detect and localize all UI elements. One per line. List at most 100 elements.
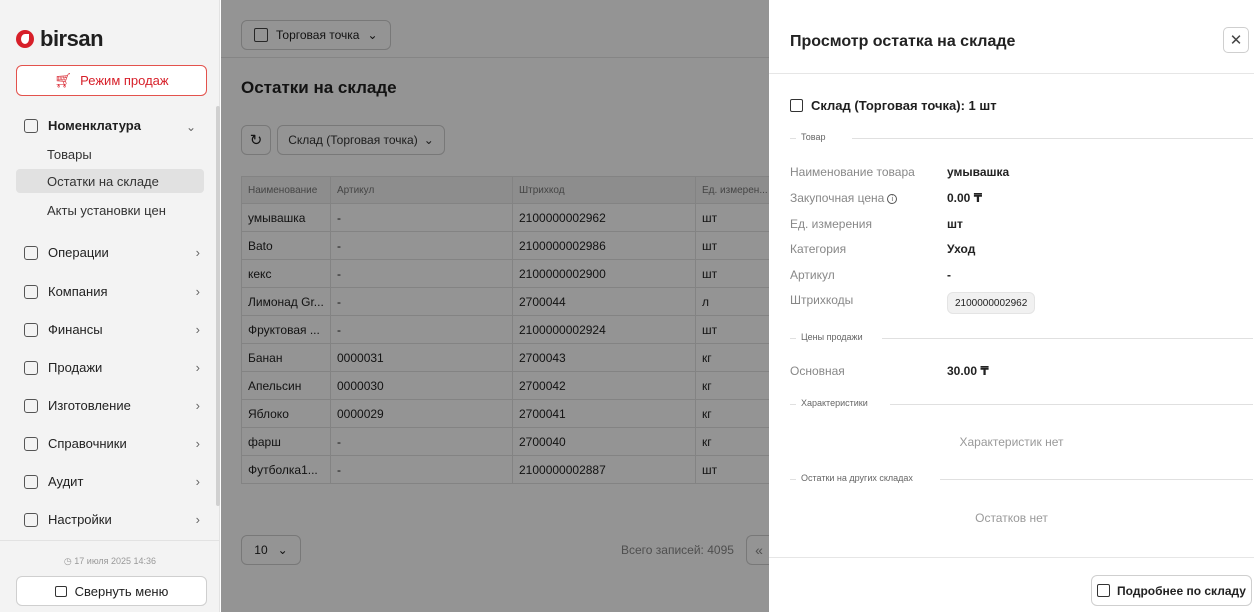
barcode-chip: 2100000002962 bbox=[947, 292, 1036, 314]
sidebar-item-references[interactable]: Справочники › bbox=[24, 436, 200, 451]
logo-text: birsan bbox=[40, 26, 104, 51]
field-value-name: умывашка bbox=[947, 165, 1010, 179]
field-value-category: Уход bbox=[947, 242, 976, 256]
chevron-down-icon[interactable]: ⌄ bbox=[186, 120, 196, 134]
sidebar-item-label: Аудит bbox=[48, 474, 84, 489]
field-label-barcodes: Штрихкоды bbox=[790, 293, 854, 307]
drawer-header: Просмотр остатка на складе ✕ bbox=[769, 10, 1254, 74]
sidebar-item-label: Настройки bbox=[48, 512, 112, 527]
divider bbox=[940, 479, 1253, 480]
field-label-unit: Ед. измерения bbox=[790, 217, 872, 231]
sidebar-item-label: Финансы bbox=[48, 322, 103, 337]
datetime-text: 17 июля 2025 14:36 bbox=[74, 556, 157, 566]
sidebar-item-operations[interactable]: Операции › bbox=[24, 245, 200, 260]
sidebar-item-label: Остатки на складе bbox=[47, 173, 159, 189]
section-label: Цены продажи bbox=[801, 332, 869, 342]
sidebar-item-sales[interactable]: Продажи › bbox=[24, 360, 200, 375]
sidebar-item-price-acts[interactable]: Акты установки цен bbox=[16, 198, 204, 222]
chevron-right-icon: › bbox=[195, 322, 200, 337]
copy-icon bbox=[24, 245, 38, 260]
other-stock-empty: Остатков нет bbox=[975, 511, 1048, 525]
briefcase-icon bbox=[24, 284, 38, 299]
field-value-article: - bbox=[947, 268, 951, 282]
section-characteristics: Характеристики bbox=[790, 398, 1253, 410]
datetime: ◷ 17 июля 2025 14:36 bbox=[0, 556, 220, 567]
sidebar-item-label: Изготовление bbox=[48, 398, 131, 413]
divider bbox=[790, 338, 796, 339]
sidebar-item-label: Операции bbox=[48, 245, 109, 260]
sidebar-item-stock[interactable]: Остатки на складе bbox=[16, 169, 204, 193]
boxes-icon bbox=[1097, 584, 1111, 597]
sidebar-item-finance[interactable]: Финансы › bbox=[24, 322, 200, 337]
sidebar-item-company[interactable]: Компания › bbox=[24, 284, 200, 299]
sidebar-item-products[interactable]: Товары bbox=[16, 142, 204, 166]
divider bbox=[882, 338, 1253, 339]
field-value-unit: шт bbox=[947, 217, 963, 231]
drawer-footer-divider bbox=[769, 557, 1254, 558]
sidebar-footer-divider bbox=[0, 540, 220, 541]
books-icon bbox=[24, 436, 38, 451]
divider bbox=[790, 404, 796, 405]
field-value-purchase-price: 0.00 ₸ bbox=[947, 191, 983, 205]
divider bbox=[790, 138, 796, 139]
field-label-name: Наименование товара bbox=[790, 165, 915, 179]
cart-icon: 🛒︎ bbox=[54, 72, 73, 88]
sidebar-item-settings[interactable]: Настройки › bbox=[24, 512, 200, 527]
wallet-icon bbox=[24, 322, 38, 337]
divider bbox=[852, 138, 1253, 139]
sidebar-item-label: Акты установки цен bbox=[47, 202, 166, 218]
logo[interactable]: birsan bbox=[16, 26, 104, 52]
price-value: 30.00 ₸ bbox=[947, 364, 989, 378]
chevron-right-icon: › bbox=[195, 245, 200, 260]
chevron-right-icon: › bbox=[195, 474, 200, 489]
field-label-article: Артикул bbox=[790, 268, 835, 282]
section-label: Характеристики bbox=[801, 398, 874, 408]
section-label: Товар bbox=[801, 132, 832, 142]
sidebar-collapse-icon bbox=[54, 585, 67, 597]
factory-icon bbox=[24, 398, 38, 413]
stock-detail-drawer: Просмотр остатка на складе ✕ Склад (Торг… bbox=[769, 0, 1254, 612]
sidebar-item-label: Товары bbox=[47, 146, 92, 162]
sales-mode-button[interactable]: 🛒︎ Режим продаж bbox=[16, 65, 207, 96]
field-label-text: Закупочная цена bbox=[790, 191, 885, 205]
close-button[interactable]: ✕ bbox=[1223, 27, 1249, 53]
drawer-title: Просмотр остатка на складе bbox=[790, 33, 1016, 50]
sidebar-group-label: Номенклатура bbox=[48, 118, 141, 133]
collapse-menu-button[interactable]: Свернуть меню bbox=[16, 576, 207, 606]
sidebar-group-nomenclature[interactable]: Номенклатура bbox=[24, 118, 141, 133]
price-label: Основная bbox=[790, 364, 845, 378]
warehouse-details-label: Подробнее по складу bbox=[1117, 583, 1246, 598]
chevron-right-icon: › bbox=[195, 360, 200, 375]
chevron-right-icon: › bbox=[195, 436, 200, 451]
characteristics-empty: Характеристик нет bbox=[959, 435, 1064, 449]
chevron-right-icon: › bbox=[195, 398, 200, 413]
sidebar-item-label: Компания bbox=[48, 284, 108, 299]
collapse-menu-label: Свернуть меню bbox=[74, 583, 169, 599]
chevron-right-icon: › bbox=[195, 284, 200, 299]
sidebar: birsan 🛒︎ Режим продаж Номенклатура ⌄ То… bbox=[0, 0, 220, 612]
sidebar-item-production[interactable]: Изготовление › bbox=[24, 398, 200, 413]
sidebar-scrollbar[interactable] bbox=[216, 106, 220, 506]
chevron-right-icon: › bbox=[195, 512, 200, 527]
section-label: Остатки на других складах bbox=[801, 473, 919, 483]
stock-heading-text: Склад (Торговая точка): 1 шт bbox=[811, 98, 997, 113]
section-product: Товар bbox=[790, 132, 1253, 144]
layers-icon bbox=[24, 474, 38, 489]
sidebar-item-label: Справочники bbox=[48, 436, 127, 451]
sales-mode-label: Режим продаж bbox=[80, 73, 169, 88]
info-icon[interactable]: i bbox=[887, 194, 898, 204]
field-label-category: Категория bbox=[790, 242, 847, 256]
logo-icon bbox=[16, 30, 34, 48]
sidebar-item-label: Продажи bbox=[48, 360, 103, 375]
divider bbox=[890, 404, 1253, 405]
box-icon bbox=[24, 118, 38, 133]
close-icon: ✕ bbox=[1229, 32, 1243, 49]
gear-icon bbox=[24, 512, 38, 527]
field-label-purchase-price: Закупочная цена i bbox=[790, 191, 898, 205]
bag-icon bbox=[24, 360, 38, 375]
sidebar-item-audit[interactable]: Аудит › bbox=[24, 474, 200, 489]
section-other-stock: Остатки на других складах bbox=[790, 473, 1253, 485]
warehouse-details-button[interactable]: Подробнее по складу bbox=[1091, 575, 1252, 606]
divider bbox=[790, 479, 796, 480]
section-prices: Цены продажи bbox=[790, 332, 1253, 344]
